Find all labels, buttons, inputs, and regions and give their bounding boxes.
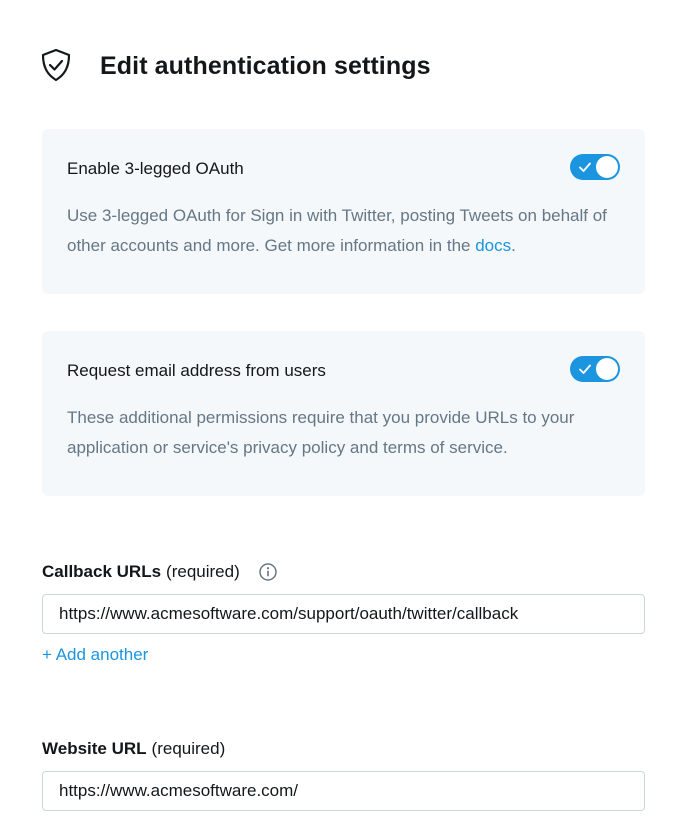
oauth-card-description: Use 3-legged OAuth for Sign in with Twit… xyxy=(67,201,627,261)
website-url-label: Website URL (required) xyxy=(42,739,225,759)
shield-check-icon xyxy=(41,48,71,82)
toggle-knob xyxy=(596,358,618,380)
callback-label-text: Callback URLs xyxy=(42,562,162,581)
oauth-description-end: . xyxy=(511,236,516,255)
callback-url-input[interactable] xyxy=(43,595,629,633)
website-url-field xyxy=(42,771,645,811)
callback-url-field xyxy=(42,594,645,634)
email-card-description: These additional permissions require tha… xyxy=(67,408,575,457)
page-title: Edit authentication settings xyxy=(100,52,431,80)
email-toggle[interactable] xyxy=(570,356,620,382)
oauth-description-text: Use 3-legged OAuth for Sign in with Twit… xyxy=(67,206,607,255)
oauth-settings-card: Enable 3-legged OAuth Use 3-legged OAuth… xyxy=(42,129,645,294)
website-url-input[interactable] xyxy=(43,772,629,810)
check-icon xyxy=(579,364,591,374)
page-header: Edit authentication settings xyxy=(40,48,431,82)
callback-urls-label: Callback URLs (required) xyxy=(42,562,278,582)
check-icon xyxy=(579,162,591,172)
oauth-card-title: Enable 3-legged OAuth xyxy=(67,159,244,178)
docs-link[interactable]: docs xyxy=(475,236,511,255)
oauth-toggle[interactable] xyxy=(570,154,620,180)
info-icon[interactable] xyxy=(258,562,278,582)
callback-required-text: (required) xyxy=(166,562,240,581)
website-label-text: Website URL xyxy=(42,739,147,758)
add-another-link[interactable]: + Add another xyxy=(42,645,148,665)
email-card-title: Request email address from users xyxy=(67,361,326,380)
website-required-text: (required) xyxy=(151,739,226,758)
email-settings-card: Request email address from users These a… xyxy=(42,331,645,496)
toggle-knob xyxy=(596,156,618,178)
